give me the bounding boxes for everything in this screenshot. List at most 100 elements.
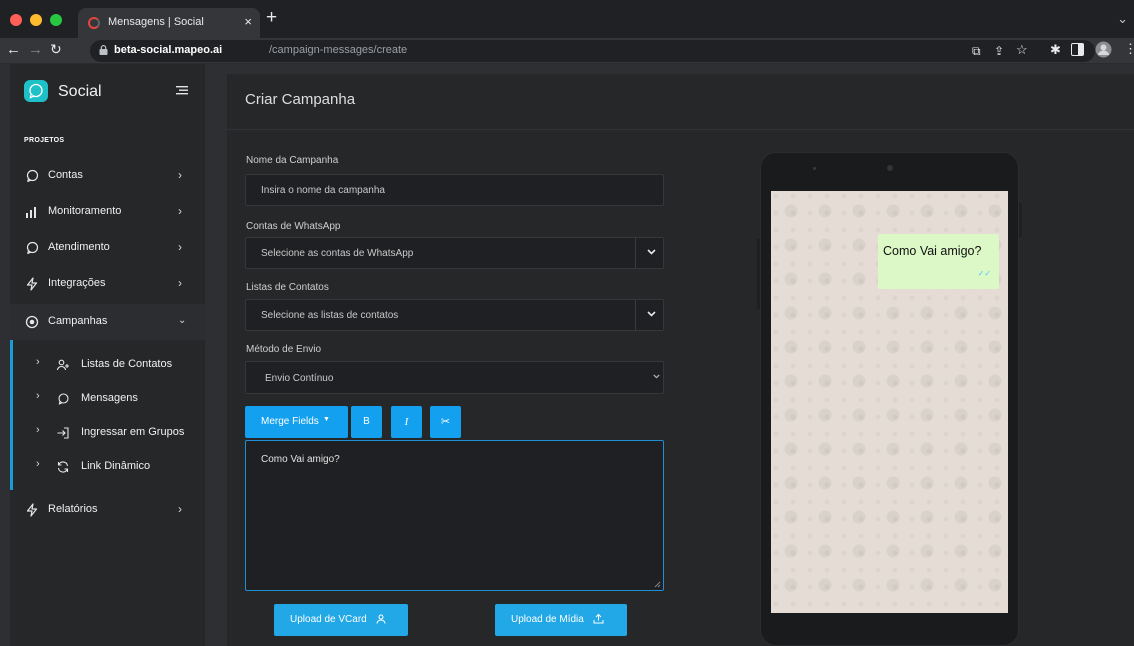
upload-vcard-button[interactable]: Upload de VCard — [274, 604, 408, 636]
extensions-puzzle-icon[interactable]: ✱ — [1050, 42, 1061, 58]
message-bubble: Como Vai amigo? ✓✓ — [878, 234, 999, 289]
whatsapp-accounts-select[interactable]: Selecione as contas de WhatsApp — [245, 237, 664, 269]
merge-fields-button[interactable]: Merge Fields ▼ — [245, 406, 348, 438]
user-icon — [376, 614, 386, 624]
sidebar-subitem-label: Listas de Contatos — [81, 358, 173, 370]
bold-button[interactable]: B — [351, 406, 382, 438]
chevron-right-icon: › — [178, 276, 182, 290]
lightning-icon — [26, 503, 38, 517]
whatsapp-accounts-placeholder: Selecione as contas de WhatsApp — [261, 248, 414, 259]
chevron-right-icon: › — [36, 458, 40, 470]
chevron-right-icon: › — [178, 240, 182, 254]
back-arrow-icon[interactable]: ← — [6, 41, 21, 59]
chat-screen: Como Vai amigo? ✓✓ — [771, 191, 1008, 613]
sidebar-item-label: Relatórios — [48, 503, 98, 515]
sidebar-item-label: Integrações — [48, 277, 106, 289]
chevron-right-icon: › — [178, 204, 182, 218]
merge-fields-label: Merge Fields — [261, 416, 319, 427]
lock-icon — [99, 45, 108, 55]
cut-button[interactable]: ✂ — [430, 406, 461, 438]
refresh-icon — [57, 461, 69, 473]
italic-button[interactable]: I — [391, 406, 422, 438]
url-path: /campaign-messages/create — [269, 44, 408, 56]
resize-grip-icon[interactable] — [654, 581, 661, 588]
menu-toggle-icon[interactable] — [176, 84, 188, 96]
chat-bubble-icon — [58, 393, 69, 405]
brand-name: Social — [58, 83, 102, 100]
sidebar-item-contas[interactable]: Contas › — [10, 158, 205, 194]
chevron-down-icon — [647, 311, 656, 317]
chevron-right-icon: › — [36, 356, 40, 368]
sidebar-subitem-ingressar-em-grupos[interactable]: › Ingressar em Grupos — [10, 416, 205, 450]
phone-camera — [887, 165, 893, 171]
sidebar-subitem-label: Mensagens — [81, 392, 138, 404]
reload-icon[interactable]: ↻ — [50, 40, 62, 58]
send-method-label: Método de Envio — [246, 344, 322, 355]
sidebar-item-atendimento[interactable]: Atendimento › — [10, 230, 205, 266]
install-app-icon[interactable]: ⧉ — [972, 43, 981, 59]
side-panel-icon[interactable] — [1071, 43, 1084, 60]
sidebar-item-label: Atendimento — [48, 241, 110, 253]
page-title: Criar Campanha — [245, 91, 356, 108]
message-text: Como Vai amigo? — [261, 454, 340, 465]
section-heading: PROJETOS — [24, 137, 65, 144]
chevron-right-icon: › — [36, 390, 40, 402]
tab-close-button[interactable]: × — [244, 14, 252, 29]
forward-arrow-icon[interactable]: → — [28, 41, 43, 59]
bold-label: B — [363, 416, 370, 427]
sidebar-subitem-listas-de-contatos[interactable]: › Listas de Contatos — [10, 348, 205, 382]
chevron-right-icon: › — [36, 424, 40, 436]
tab-title: Mensagens | Social — [108, 16, 204, 28]
chat-bubble-icon — [26, 241, 39, 254]
phone-sensor — [813, 167, 816, 170]
new-tab-button[interactable]: + — [266, 8, 277, 28]
contact-lists-label: Listas de Contatos — [246, 282, 329, 293]
phone-side-button — [757, 239, 760, 309]
loading-icon — [88, 17, 100, 29]
address-bar[interactable]: beta-social.mapeo.ai /campaign-messages/… — [90, 40, 1095, 62]
main-panel: Criar Campanha Nome da Campanha Insira o… — [227, 74, 1134, 646]
share-icon[interactable]: ⇪ — [994, 43, 1004, 59]
chevron-right-icon: › — [178, 502, 182, 516]
tab-search-chevron-icon[interactable]: ⌄ — [1117, 11, 1128, 27]
chevron-down-icon — [647, 249, 656, 255]
select-divider — [635, 300, 636, 330]
sidebar-subitem-label: Link Dinâmico — [81, 460, 151, 472]
close-window-button[interactable] — [10, 14, 22, 26]
sidebar-subitem-mensagens[interactable]: › Mensagens — [10, 382, 205, 416]
minimize-window-button[interactable] — [30, 14, 42, 26]
profile-avatar[interactable] — [1095, 41, 1112, 62]
send-method-value: Envio Contínuo — [265, 373, 334, 384]
browser-menu-icon[interactable]: ⋮ — [1124, 41, 1134, 57]
campaign-name-placeholder: Insira o nome da campanha — [261, 185, 385, 196]
bubble-text: Como Vai amigo? — [883, 244, 982, 258]
upload-media-button[interactable]: Upload de Mídia — [495, 604, 627, 636]
user-plus-icon — [56, 359, 69, 371]
contact-lists-select[interactable]: Selecione as listas de contatos — [245, 299, 664, 331]
chevron-down-icon: ⌄ — [178, 315, 187, 326]
caret-down-icon: ▼ — [323, 416, 330, 423]
sidebar-subitem-link-dinamico[interactable]: › Link Dinâmico — [10, 450, 205, 484]
sidebar-subitem-label: Ingressar em Grupos — [81, 426, 185, 438]
bar-chart-icon — [26, 207, 36, 218]
tab-bar: Mensagens | Social × + ⌄ — [0, 0, 1134, 38]
sidebar-item-monitoramento[interactable]: Monitoramento › — [10, 194, 205, 230]
sidebar-item-integracoes[interactable]: Integrações › — [10, 266, 205, 302]
campaign-name-label: Nome da Campanha — [246, 155, 339, 166]
app-area: Social PROJETOS Contas › Monitoramento ›… — [0, 64, 1134, 646]
maximize-window-button[interactable] — [50, 14, 62, 26]
message-textarea[interactable]: Como Vai amigo? — [245, 440, 664, 591]
chevron-down-icon — [653, 374, 660, 379]
chat-bubble-icon — [26, 169, 39, 182]
double-check-icon: ✓✓ — [977, 269, 991, 278]
campaign-name-input[interactable]: Insira o nome da campanha — [245, 174, 664, 206]
phone-side-button — [1019, 203, 1022, 237]
whatsapp-accounts-label: Contas de WhatsApp — [246, 221, 341, 232]
sidebar-item-campanhas[interactable]: Campanhas ⌄ — [10, 304, 205, 340]
browser-tab[interactable]: Mensagens | Social × — [78, 8, 260, 38]
bookmark-star-icon[interactable]: ☆ — [1016, 42, 1028, 58]
sidebar: Social PROJETOS Contas › Monitoramento ›… — [10, 64, 205, 646]
send-method-select[interactable]: Envio Contínuo — [245, 361, 664, 394]
sidebar-item-relatorios[interactable]: Relatórios › — [10, 492, 205, 528]
browser-window: Mensagens | Social × + ⌄ ← → ↻ beta-soci… — [0, 0, 1134, 646]
